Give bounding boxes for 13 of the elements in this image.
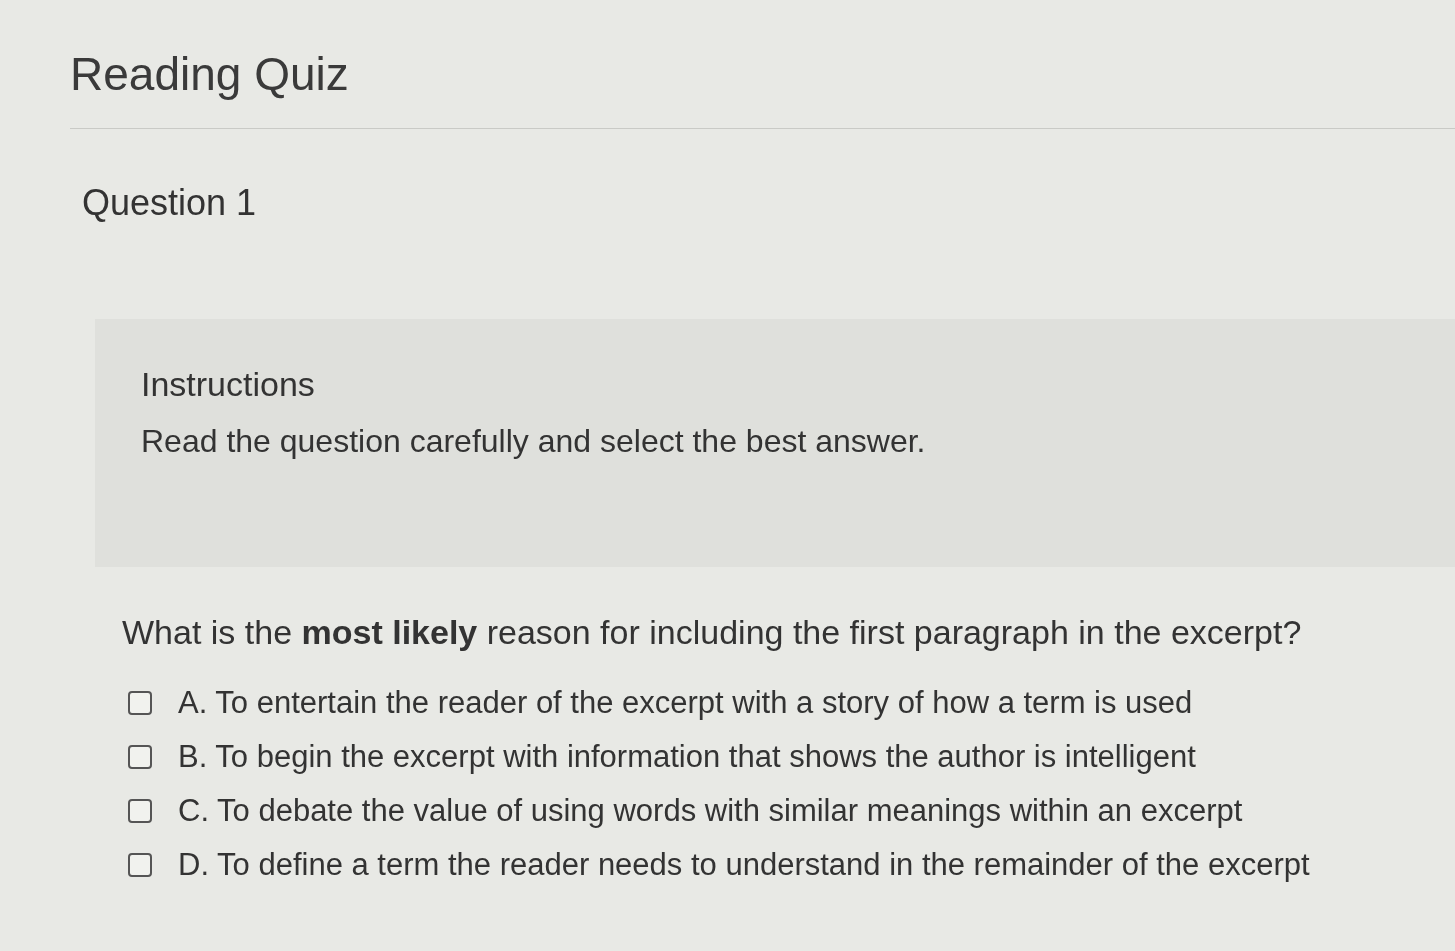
- question-heading: Question 1: [82, 181, 257, 225]
- page-title: Reading Quiz: [70, 47, 349, 102]
- checkbox[interactable]: [128, 853, 152, 877]
- instructions-heading: Instructions: [141, 364, 315, 405]
- checkbox[interactable]: [128, 799, 152, 823]
- checkbox[interactable]: [128, 691, 152, 715]
- answer-option[interactable]: C. To debate the value of using words with similar meanings within an excerpt: [178, 791, 1243, 831]
- instructions-text: Read the question carefully and select the best answer.: [141, 422, 926, 461]
- question-prompt: What is the most likely reason for including the first paragraph in the excerpt?: [122, 612, 1302, 653]
- answer-option[interactable]: D. To define a term the reader needs to understand in the remainder of the excerpt: [178, 845, 1310, 885]
- answer-option[interactable]: A. To entertain the reader of the excerpt with a story of how a term is used: [178, 683, 1193, 723]
- checkbox[interactable]: [128, 745, 152, 769]
- answer-option[interactable]: B. To begin the excerpt with information that shows the author is intelligent: [178, 737, 1196, 777]
